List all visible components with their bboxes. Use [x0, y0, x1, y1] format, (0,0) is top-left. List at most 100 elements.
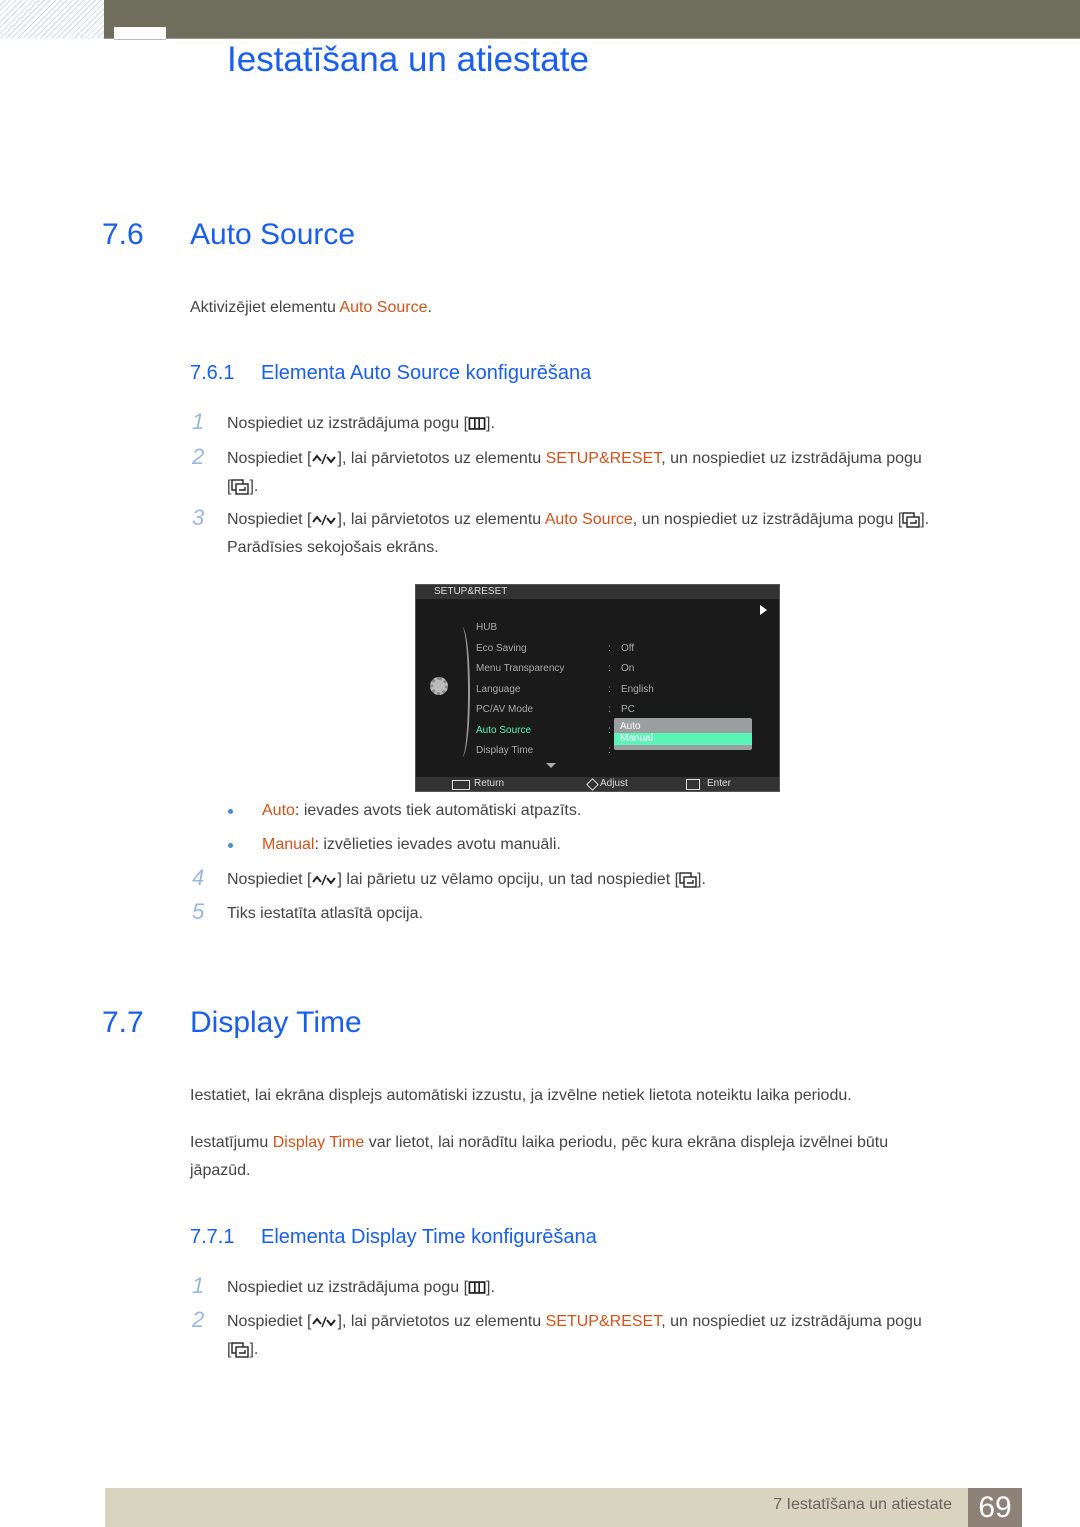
menu-button-icon — [468, 1281, 486, 1294]
osd-item-label: Language — [476, 684, 521, 695]
enter-icon — [686, 779, 700, 790]
osd-item-value: PC — [621, 704, 635, 715]
osd-item-value: On — [621, 663, 635, 674]
adjust-icon — [586, 778, 599, 791]
step-2: 2 Nospiediet [], lai pārvietotos uz eleme… — [190, 1307, 1010, 1364]
text: , un nospiediet uz izstrādājuma pogu — [661, 1313, 922, 1330]
up-down-arrows-icon — [312, 452, 338, 466]
highlight-term: SETUP&RESET — [545, 1313, 662, 1330]
step-number: 2 — [192, 444, 205, 469]
page-number: 69 — [968, 1488, 1022, 1527]
osd-item-label: Auto Source — [476, 725, 532, 736]
text: ]. — [486, 415, 495, 432]
osd-item: PC/AV Mode: PC — [476, 704, 635, 715]
enter-button-icon — [231, 479, 249, 495]
osd-item: Menu Transparency: On — [476, 663, 635, 674]
section-heading-7-7: 7.7 Display Time — [102, 1006, 362, 1040]
subsection-number: 7.7.1 — [190, 1226, 235, 1248]
text: jāpazūd. — [190, 1162, 251, 1179]
text: Tiks iestatīta atlasītā opcija. — [227, 905, 423, 922]
step-1: 1 Nospiediet uz izstrādājuma pogu []. — [190, 409, 1010, 438]
text: : izvēlieties ievades avotu manuāli. — [314, 836, 561, 853]
bullet-item: Auto: ievades avots tiek automātiski atp… — [228, 797, 581, 825]
step-5: 5 Tiks iestatīta atlasītā opcija. — [190, 899, 1010, 928]
header-tab — [114, 27, 166, 40]
step-number: 1 — [192, 409, 205, 434]
osd-dropdown: Auto Manual — [614, 718, 752, 750]
osd-arc — [454, 627, 470, 757]
osd-option: Auto — [620, 721, 641, 732]
step-number: 4 — [192, 865, 205, 890]
text: ] lai pārietu uz vēlamo opciju, un tad n… — [337, 871, 680, 888]
text: var lietot, lai norādītu laika periodu, … — [364, 1134, 889, 1151]
text: ]. — [249, 1341, 259, 1358]
highlight-term: Auto Source — [339, 299, 428, 316]
osd-item-label: Eco Saving — [476, 643, 527, 654]
subsection-title: Elementa Auto Source konfigurēšana — [261, 362, 592, 384]
return-icon — [452, 780, 470, 790]
osd-option-selected: Manual — [614, 733, 752, 745]
osd-item: Eco Saving: Off — [476, 643, 635, 654]
step-number: 2 — [192, 1307, 205, 1332]
osd-right-arrow-icon — [760, 605, 767, 615]
highlight-term: Display Time — [272, 1134, 365, 1151]
enter-button-icon — [679, 872, 697, 888]
text: Iestatījumu — [190, 1134, 273, 1151]
osd-item: HUB — [476, 622, 766, 633]
section-number: 7.7 — [102, 1006, 144, 1039]
gear-icon — [430, 677, 448, 695]
header-bar — [104, 0, 1080, 40]
text: ]. — [697, 871, 706, 888]
subsection-number: 7.6.1 — [190, 362, 235, 384]
section-heading-7-6: 7.6 Auto Source — [102, 218, 355, 252]
text: Nospiediet uz izstrādājuma pogu [ — [227, 415, 469, 432]
text: Nospiediet [ — [227, 1313, 312, 1330]
highlight-term: Manual — [262, 836, 315, 853]
footer-chapter-label: 7 Iestatīšana un atiestate — [773, 1496, 952, 1513]
section-title: Auto Source — [190, 218, 356, 251]
osd-item-label: PC/AV Mode — [476, 704, 534, 715]
osd-item-label: HUB — [476, 622, 498, 633]
subsection-heading-7-6-1: 7.6.1 Elementa Auto Source konfigurēšana — [190, 362, 591, 385]
up-down-arrows-icon — [312, 513, 338, 527]
intro-paragraph: Aktivizējiet elementu Auto Source. — [190, 294, 960, 322]
osd-enter-label: Enter — [707, 778, 731, 789]
osd-footer: Return Adjust Enter — [416, 777, 779, 791]
text: Parādīsies sekojošais ekrāns. — [227, 539, 439, 556]
osd-adjust-label: Adjust — [600, 778, 628, 789]
step-number: 3 — [192, 505, 205, 530]
osd-item: Language: English — [476, 684, 654, 695]
text: . — [427, 299, 432, 316]
osd-item-value: Off — [621, 643, 635, 654]
osd-down-arrow-icon — [546, 763, 556, 768]
text: ]. — [249, 478, 259, 495]
highlight-term: SETUP&RESET — [545, 450, 662, 467]
osd-title: SETUP&RESET — [416, 585, 779, 599]
osd-return-label: Return — [474, 778, 505, 789]
text: Aktivizējiet elementu — [190, 299, 340, 316]
osd-item-label: Menu Transparency — [476, 663, 565, 674]
text: ], lai pārvietotos uz elementu — [337, 450, 546, 467]
up-down-arrows-icon — [312, 1315, 338, 1329]
step-2: 2 Nospiediet [], lai pārvietotos uz eleme… — [190, 444, 1010, 501]
text: ]. — [920, 511, 930, 528]
text: , un nospiediet uz izstrādājuma pogu — [661, 450, 922, 467]
header-hatch — [0, 0, 104, 38]
page-footer: 7 Iestatīšana un atiestate 69 — [105, 1488, 1022, 1527]
text: Nospiediet [ — [227, 871, 312, 888]
text: ]. — [486, 1279, 495, 1296]
section-number: 7.6 — [102, 218, 144, 251]
text: , un nospiediet uz izstrādājuma pogu [ — [632, 511, 903, 528]
up-down-arrows-icon — [312, 873, 338, 887]
osd-item-label: Display Time — [476, 745, 534, 756]
step-4: 4 Nospiediet [ ] lai pārietu uz vēlamo opc… — [190, 865, 1010, 894]
subsection-title: Elementa Display Time konfigurēšana — [261, 1226, 597, 1248]
highlight-term: Auto — [262, 802, 295, 819]
text: Nospiediet [ — [227, 511, 312, 528]
highlight-term: Auto Source — [544, 511, 633, 528]
text: : ievades avots tiek automātiski atpazīt… — [294, 802, 582, 819]
step-3: 3 Nospiediet [], lai pārvietotos uz eleme… — [190, 505, 1010, 562]
subsection-heading-7-7-1: 7.7.1 Elementa Display Time konfigurēšana — [190, 1226, 597, 1249]
enter-button-icon — [231, 1342, 249, 1358]
step-1: 1 Nospiediet uz izstrādājuma pogu []. — [190, 1273, 1010, 1302]
